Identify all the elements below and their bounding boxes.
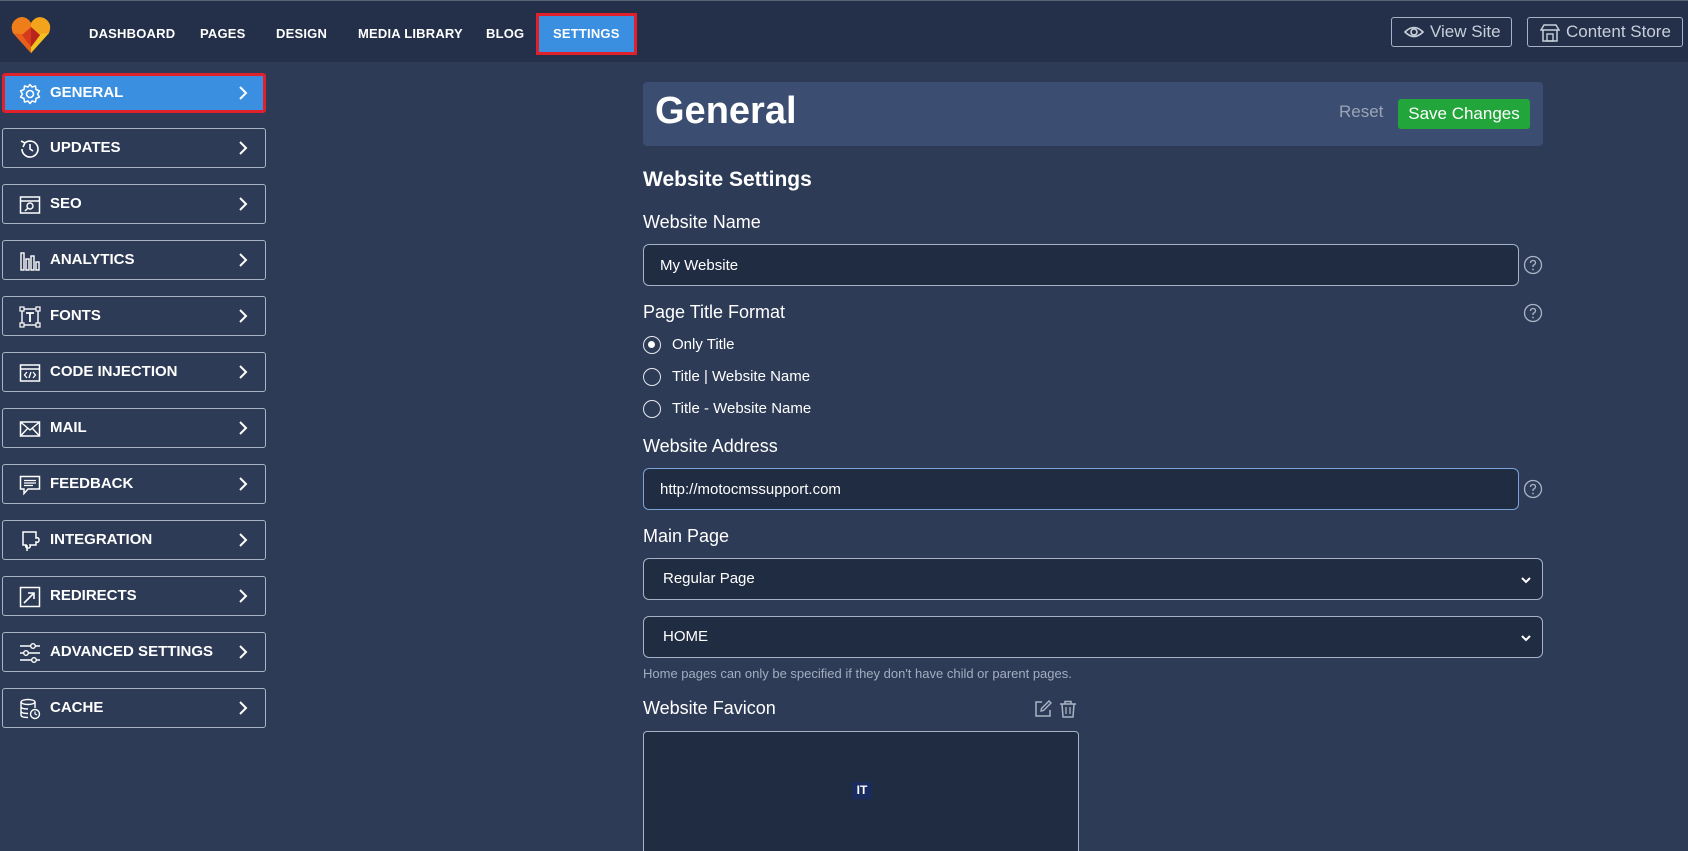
nav-design[interactable]: DESIGN xyxy=(276,13,327,55)
code-icon xyxy=(19,364,41,382)
main-page-type-select[interactable]: Regular Page xyxy=(643,558,1543,600)
view-site-label: View Site xyxy=(1430,22,1501,41)
sidebar-item-general[interactable]: GENERAL xyxy=(2,73,266,113)
fonts-icon xyxy=(19,306,41,328)
sidebar-item-mail[interactable]: MAIL xyxy=(2,408,266,448)
radio-button[interactable] xyxy=(643,336,661,354)
nav-settings[interactable]: SETTINGS xyxy=(536,13,637,55)
sidebar-item-label: FEEDBACK xyxy=(50,475,134,492)
cache-icon xyxy=(20,698,41,720)
sidebar-item-redirects[interactable]: REDIRECTS xyxy=(2,576,266,616)
radio-label: Title - Website Name xyxy=(672,400,812,417)
section-title: Website Settings xyxy=(643,168,812,191)
chevron-right-icon xyxy=(239,86,248,100)
nav-media-library[interactable]: MEDIA LIBRARY xyxy=(358,13,463,55)
sidebar-item-label: GENERAL xyxy=(50,84,124,101)
nav-pages[interactable]: PAGES xyxy=(200,13,246,55)
radio-button[interactable] xyxy=(643,368,661,386)
website-address-input[interactable] xyxy=(643,468,1519,510)
sidebar-item-label: ANALYTICS xyxy=(50,251,135,268)
radio-label: Only Title xyxy=(672,336,735,353)
sidebar-item-updates[interactable]: UPDATES xyxy=(2,128,266,168)
chevron-down-icon xyxy=(1521,577,1531,584)
sidebar-item-advanced-settings[interactable]: ADVANCED SETTINGS xyxy=(2,632,266,672)
sidebar-item-label: MAIL xyxy=(50,419,87,436)
select-value: Regular Page xyxy=(663,570,755,587)
mail-icon xyxy=(19,421,41,437)
gear-icon xyxy=(19,83,41,105)
chevron-right-icon xyxy=(239,477,248,491)
sidebar-item-label: REDIRECTS xyxy=(50,587,137,604)
trash-icon[interactable] xyxy=(1058,699,1078,719)
sidebar-item-label: CODE INJECTION xyxy=(50,363,178,380)
main-page-hint: Home pages can only be specified if they… xyxy=(643,666,1072,681)
sidebar-item-label: FONTS xyxy=(50,307,101,324)
analytics-icon xyxy=(20,252,40,271)
sliders-icon xyxy=(20,643,40,663)
eye-icon xyxy=(1404,26,1424,38)
website-name-input[interactable] xyxy=(643,244,1519,286)
chevron-right-icon xyxy=(239,645,248,659)
page-header: General Reset Save Changes xyxy=(643,82,1543,146)
website-name-label: Website Name xyxy=(643,212,761,232)
title-format-label: Page Title Format xyxy=(643,302,786,322)
select-value: HOME xyxy=(663,628,708,645)
sidebar-item-fonts[interactable]: FONTS xyxy=(2,296,266,336)
chevron-right-icon xyxy=(239,533,248,547)
chevron-right-icon xyxy=(239,421,248,435)
seo-icon xyxy=(19,196,41,214)
sidebar-item-label: CACHE xyxy=(50,699,104,716)
help-icon[interactable] xyxy=(1523,479,1543,499)
chevron-right-icon xyxy=(239,589,248,603)
reset-button[interactable]: Reset xyxy=(1339,102,1383,122)
sidebar-item-label: SEO xyxy=(50,195,82,212)
main-page-select[interactable]: HOME xyxy=(643,616,1543,658)
chevron-right-icon xyxy=(239,701,248,715)
sidebar-item-cache[interactable]: CACHE xyxy=(2,688,266,728)
store-icon xyxy=(1540,24,1560,42)
edit-icon[interactable] xyxy=(1033,699,1053,719)
integration-icon xyxy=(22,531,40,551)
content-store-button[interactable]: Content Store xyxy=(1527,17,1683,47)
app-logo-icon[interactable] xyxy=(10,13,52,55)
sidebar-item-label: INTEGRATION xyxy=(50,531,153,548)
sidebar-item-code-injection[interactable]: CODE INJECTION xyxy=(2,352,266,392)
view-site-button[interactable]: View Site xyxy=(1391,17,1512,47)
chevron-down-icon xyxy=(1521,635,1531,642)
chevron-right-icon xyxy=(239,141,248,155)
website-address-label: Website Address xyxy=(643,436,778,456)
sidebar-item-label: UPDATES xyxy=(50,139,121,156)
page-title: General xyxy=(655,90,797,132)
redirect-icon xyxy=(19,586,41,608)
chevron-right-icon xyxy=(239,197,248,211)
radio-label: Title | Website Name xyxy=(672,368,811,385)
history-icon xyxy=(20,140,39,158)
sidebar-item-feedback[interactable]: FEEDBACK xyxy=(2,464,266,504)
main-page-label: Main Page xyxy=(643,526,730,546)
sidebar-item-integration[interactable]: INTEGRATION xyxy=(2,520,266,560)
favicon-label: Website Favicon xyxy=(643,698,776,718)
favicon-image: IT xyxy=(852,782,872,799)
save-changes-button[interactable]: Save Changes xyxy=(1398,99,1530,129)
content-store-label: Content Store xyxy=(1566,22,1671,41)
sidebar-item-label: ADVANCED SETTINGS xyxy=(50,643,214,660)
sidebar-item-seo[interactable]: SEO xyxy=(2,184,266,224)
nav-dashboard[interactable]: DASHBOARD xyxy=(89,13,175,55)
chevron-right-icon xyxy=(239,365,248,379)
feedback-icon xyxy=(19,475,41,496)
radio-button[interactable] xyxy=(643,400,661,418)
favicon-preview[interactable]: IT xyxy=(643,731,1079,851)
help-icon[interactable] xyxy=(1523,303,1543,323)
help-icon[interactable] xyxy=(1523,255,1543,275)
sidebar-item-analytics[interactable]: ANALYTICS xyxy=(2,240,266,280)
nav-blog[interactable]: BLOG xyxy=(486,13,524,55)
top-navbar: DASHBOARD PAGES DESIGN MEDIA LIBRARY BLO… xyxy=(0,0,1688,62)
chevron-right-icon xyxy=(239,309,248,323)
chevron-right-icon xyxy=(239,253,248,267)
